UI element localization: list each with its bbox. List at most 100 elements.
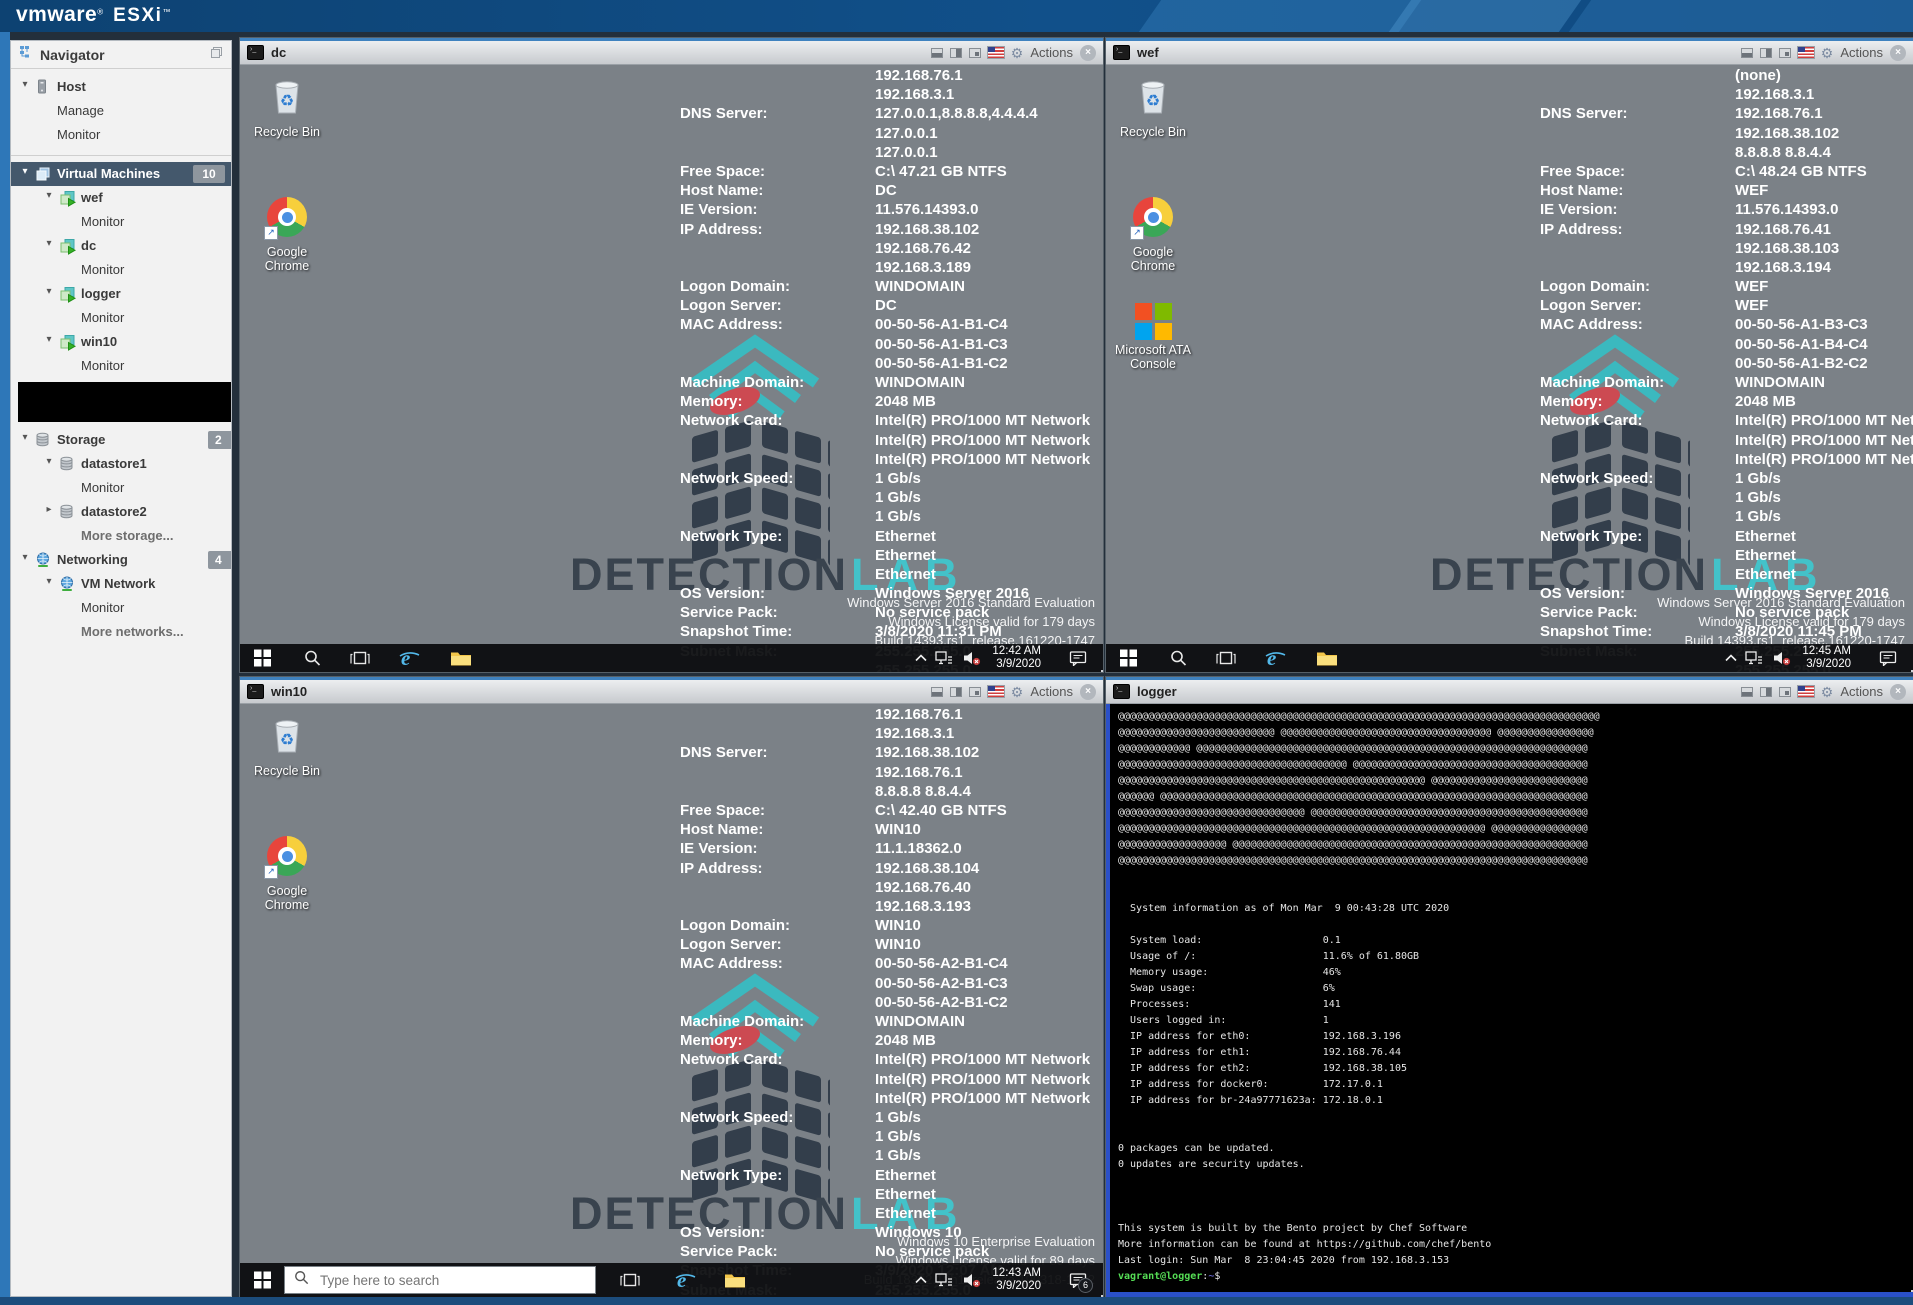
sidebar-item-dc[interactable]: ▾dc xyxy=(11,234,231,258)
navigator-pin-icon[interactable] xyxy=(210,46,223,64)
chevron-down-icon[interactable]: ▾ xyxy=(43,576,55,587)
sidebar-item-host[interactable]: ▾Host xyxy=(11,75,231,99)
actions-menu[interactable]: Actions xyxy=(1840,684,1883,699)
desktop-icon-recycle[interactable]: ♻Recycle Bin xyxy=(248,75,326,139)
sidebar-item-monitor[interactable]: Monitor xyxy=(11,123,231,147)
chevron-down-icon[interactable]: ▾ xyxy=(43,286,55,297)
desktop-icon-chrome[interactable]: ↗Google Chrome xyxy=(248,197,326,273)
resize-grip[interactable] xyxy=(1907,666,1909,668)
close-console-icon[interactable]: × xyxy=(1080,45,1096,61)
sidebar-item-more-networks[interactable]: More networks... xyxy=(11,620,231,644)
terminal[interactable]: @@@@@@@@@@@@@@@@@@@@@@@@@@@@@@@@@@@@@@@@… xyxy=(1106,704,1913,1297)
close-console-icon[interactable]: × xyxy=(1890,684,1906,700)
console-fullscreen-icon[interactable] xyxy=(1779,687,1791,697)
chevron-down-icon[interactable]: ▾ xyxy=(19,166,31,177)
internet-explorer-icon[interactable]: e xyxy=(1264,647,1286,669)
sidebar-item-datastore2[interactable]: ▸datastore2 xyxy=(11,500,231,524)
taskbar-search-icon[interactable] xyxy=(304,650,321,667)
network-tray-icon[interactable] xyxy=(935,651,953,665)
console-fullscreen-icon[interactable] xyxy=(969,48,981,58)
taskbar-clock[interactable]: 12:43 AM3/9/2020 xyxy=(992,1267,1041,1293)
action-center-icon[interactable] xyxy=(1879,650,1897,666)
console-fullscreen-icon[interactable] xyxy=(969,687,981,697)
console-popout-icon[interactable] xyxy=(1741,687,1753,697)
console-maximize-icon[interactable] xyxy=(950,687,962,697)
sidebar-item-networking[interactable]: ▾Networking4 xyxy=(11,548,231,572)
sidebar-item-monitor[interactable]: Monitor xyxy=(11,596,231,620)
chevron-down-icon[interactable]: ▾ xyxy=(19,432,31,443)
taskbar-clock[interactable]: 12:45 AM3/9/2020 xyxy=(1802,645,1851,671)
sidebar-item-manage[interactable]: Manage xyxy=(11,99,231,123)
desktop-icon-msata[interactable]: Microsoft ATA Console xyxy=(1114,301,1192,371)
desktop-icon-recycle[interactable]: ♻Recycle Bin xyxy=(1114,75,1192,139)
chevron-down-icon[interactable]: ▾ xyxy=(19,552,31,563)
resize-grip[interactable] xyxy=(1097,666,1099,668)
sidebar-item-wef[interactable]: ▾wef xyxy=(11,186,231,210)
file-explorer-icon[interactable] xyxy=(1316,650,1338,667)
vm-desktop-wef[interactable]: DETECTIONLAB ♻Recycle Bin↗Google ChromeM… xyxy=(1106,65,1913,672)
network-tray-icon[interactable] xyxy=(935,1273,953,1287)
network-tray-icon[interactable] xyxy=(1745,651,1763,665)
keyboard-layout-flag-icon[interactable] xyxy=(988,47,1004,58)
console-titlebar-wef[interactable]: wef ⚙ Actions × xyxy=(1106,41,1913,65)
settings-gear-icon[interactable]: ⚙ xyxy=(1011,46,1024,60)
sidebar-item-more-storage[interactable]: More storage... xyxy=(11,524,231,548)
close-console-icon[interactable]: × xyxy=(1890,45,1906,61)
task-view-button[interactable] xyxy=(620,1272,640,1288)
actions-menu[interactable]: Actions xyxy=(1030,45,1073,60)
chevron-down-icon[interactable]: ▾ xyxy=(43,190,55,201)
sidebar-item-virtual-machines[interactable]: ▾Virtual Machines10 xyxy=(11,162,231,186)
volume-muted-icon[interactable] xyxy=(963,1273,981,1288)
chevron-down-icon[interactable]: ▾ xyxy=(43,334,55,345)
tray-expand-chevron-icon[interactable] xyxy=(915,1276,927,1284)
tray-expand-chevron-icon[interactable] xyxy=(915,654,927,662)
resize-grip[interactable] xyxy=(1097,1291,1099,1293)
start-button[interactable] xyxy=(1120,650,1137,667)
taskbar-search-box[interactable] xyxy=(284,1266,596,1294)
console-fullscreen-icon[interactable] xyxy=(1779,48,1791,58)
console-popout-icon[interactable] xyxy=(1741,48,1753,58)
console-titlebar-win10[interactable]: win10 ⚙ Actions × xyxy=(240,680,1103,704)
sidebar-item-monitor[interactable]: Monitor xyxy=(11,258,231,282)
console-titlebar-dc[interactable]: dc ⚙ Actions × xyxy=(240,41,1103,65)
sidebar-item-monitor[interactable]: Monitor xyxy=(11,476,231,500)
actions-menu[interactable]: Actions xyxy=(1030,684,1073,699)
volume-muted-icon[interactable] xyxy=(963,651,981,666)
keyboard-layout-flag-icon[interactable] xyxy=(988,686,1004,697)
tray-expand-chevron-icon[interactable] xyxy=(1725,654,1737,662)
internet-explorer-icon[interactable]: e xyxy=(398,647,420,669)
console-maximize-icon[interactable] xyxy=(1760,687,1772,697)
sidebar-item-win10[interactable]: ▾win10 xyxy=(11,330,231,354)
task-view-button[interactable] xyxy=(1216,650,1236,666)
volume-muted-icon[interactable] xyxy=(1773,651,1791,666)
sidebar-item-monitor[interactable]: Monitor xyxy=(11,306,231,330)
settings-gear-icon[interactable]: ⚙ xyxy=(1821,46,1834,60)
sidebar-item-monitor[interactable]: Monitor xyxy=(11,354,231,378)
desktop-icon-recycle[interactable]: ♻Recycle Bin xyxy=(248,714,326,778)
settings-gear-icon[interactable]: ⚙ xyxy=(1821,685,1834,699)
sidebar-item-logger[interactable]: ▾logger xyxy=(11,282,231,306)
start-button[interactable] xyxy=(254,1272,271,1289)
sidebar-item-vm-network[interactable]: ▾VM Network xyxy=(11,572,231,596)
sidebar-item-storage[interactable]: ▾Storage2 xyxy=(11,428,231,452)
desktop-icon-chrome[interactable]: ↗Google Chrome xyxy=(248,836,326,912)
sidebar-item-monitor[interactable]: Monitor xyxy=(11,210,231,234)
file-explorer-icon[interactable] xyxy=(450,650,472,667)
task-view-button[interactable] xyxy=(350,650,370,666)
console-maximize-icon[interactable] xyxy=(950,48,962,58)
console-popout-icon[interactable] xyxy=(931,48,943,58)
resize-grip[interactable] xyxy=(1907,1286,1909,1288)
search-input[interactable] xyxy=(318,1272,586,1289)
desktop-icon-chrome[interactable]: ↗Google Chrome xyxy=(1114,197,1192,273)
chevron-down-icon[interactable]: ▾ xyxy=(19,79,31,90)
keyboard-layout-flag-icon[interactable] xyxy=(1798,47,1814,58)
console-popout-icon[interactable] xyxy=(931,687,943,697)
chevron-down-icon[interactable]: ▾ xyxy=(43,456,55,467)
keyboard-layout-flag-icon[interactable] xyxy=(1798,686,1814,697)
console-maximize-icon[interactable] xyxy=(1760,48,1772,58)
file-explorer-icon[interactable] xyxy=(724,1272,746,1289)
chevron-right-icon[interactable]: ▸ xyxy=(43,504,55,515)
settings-gear-icon[interactable]: ⚙ xyxy=(1011,685,1024,699)
chevron-down-icon[interactable]: ▾ xyxy=(43,238,55,249)
taskbar-clock[interactable]: 12:42 AM3/9/2020 xyxy=(992,645,1041,671)
